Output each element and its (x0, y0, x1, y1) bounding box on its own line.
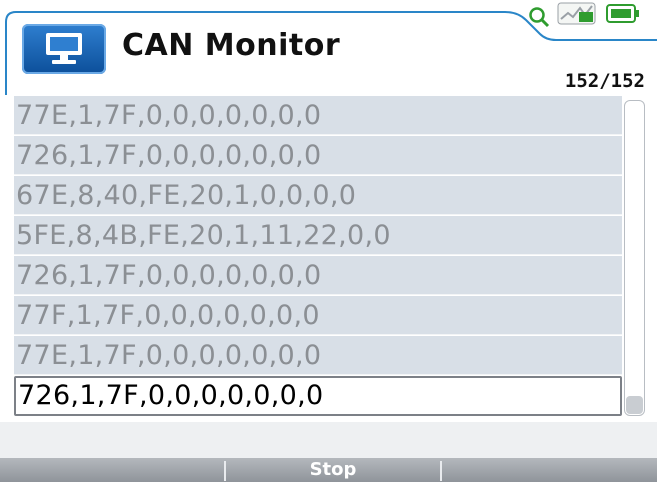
scroll-thumb[interactable] (626, 396, 643, 414)
list-item[interactable]: 67E,8,40,FE,20,1,0,0,0,0 (14, 176, 622, 215)
list-item[interactable]: 726,1,7F,0,0,0,0,0,0,0 (14, 136, 622, 175)
softkey-left[interactable] (0, 458, 224, 482)
monitor-icon (22, 24, 106, 74)
can-monitor-screen: CAN Monitor 152/152 77E,1,7F,0,0,0,0,0,0… (0, 0, 657, 482)
spacer-band (0, 422, 657, 458)
scrollbar[interactable] (624, 100, 645, 416)
list-item-selected[interactable]: 726,1,7F,0,0,0,0,0,0,0 (14, 376, 622, 416)
list-item[interactable]: 726,1,7F,0,0,0,0,0,0,0 (14, 256, 622, 295)
softkey-bar: Stop (0, 458, 657, 482)
softkey-right[interactable] (442, 458, 657, 482)
signal-icon (557, 2, 597, 30)
message-list[interactable]: 77E,1,7F,0,0,0,0,0,0,0 726,1,7F,0,0,0,0,… (14, 96, 622, 419)
list-item[interactable]: 77E,1,7F,0,0,0,0,0,0,0 (14, 96, 622, 135)
search-icon[interactable] (528, 6, 550, 32)
list-item[interactable]: 77E,1,7F,0,0,0,0,0,0,0 (14, 336, 622, 375)
header: CAN Monitor 152/152 (0, 0, 657, 95)
battery-icon (606, 3, 640, 29)
stop-button[interactable]: Stop (226, 458, 440, 482)
list-item[interactable]: 5FE,8,4B,FE,20,1,11,22,0,0 (14, 216, 622, 255)
status-icons (520, 0, 657, 32)
page-title: CAN Monitor (122, 28, 341, 63)
list-item[interactable]: 77F,1,7F,0,0,0,0,0,0,0 (14, 296, 622, 335)
message-counter: 152/152 (564, 70, 645, 92)
